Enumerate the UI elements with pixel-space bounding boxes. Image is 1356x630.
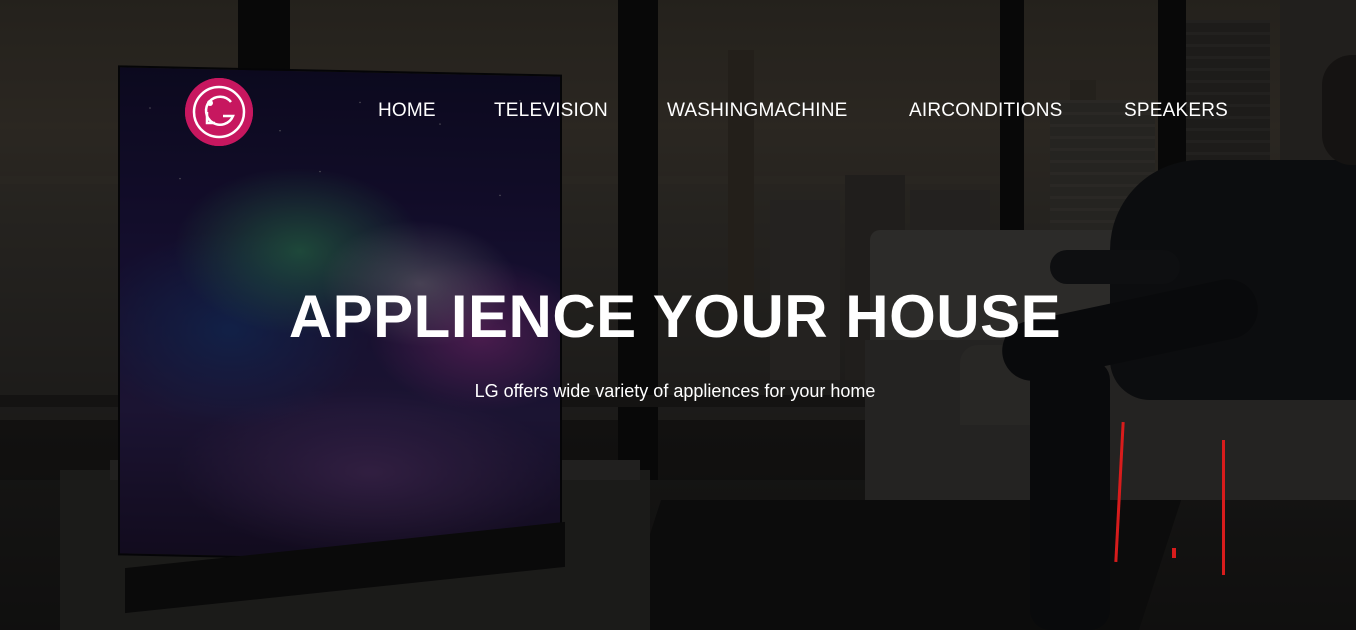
nav-television[interactable]: TELEVISION xyxy=(494,100,608,122)
main-nav: HOME TELEVISION WASHINGMACHINE AIRCONDIT… xyxy=(0,100,1356,126)
hero-section: HOME TELEVISION WASHINGMACHINE AIRCONDIT… xyxy=(0,0,1356,630)
red-stroke xyxy=(1222,440,1225,575)
hero-subheadline: LG offers wide variety of appliences for… xyxy=(474,381,876,401)
nav-home[interactable]: HOME xyxy=(378,100,436,122)
nav-speakers[interactable]: SPEAKERS xyxy=(1124,100,1228,122)
red-stroke xyxy=(1172,548,1176,558)
nav-airconditions[interactable]: AIRCONDITIONS xyxy=(909,100,1063,122)
nav-washingmachine[interactable]: WASHINGMACHINE xyxy=(667,100,848,122)
hero-headline: APPLIENCE YOUR HOUSE xyxy=(288,283,1062,350)
